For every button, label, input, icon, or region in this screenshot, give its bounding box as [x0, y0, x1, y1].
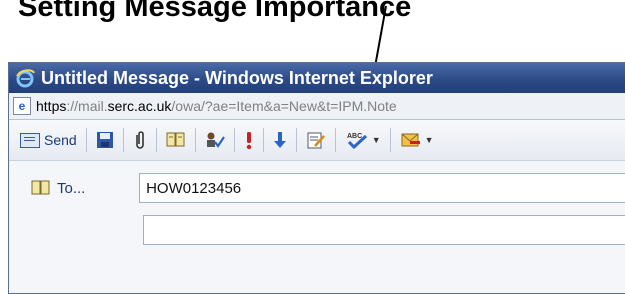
toolbar-separator	[155, 128, 157, 152]
flag-button[interactable]: ▼	[395, 126, 439, 154]
toolbar-separator	[334, 128, 336, 152]
cc-row	[9, 215, 625, 245]
address-bar[interactable]: e https://mail.serc.ac.uk/owa/?ae=Item&a…	[9, 93, 625, 120]
address-book-icon	[166, 132, 185, 147]
importance-high-button[interactable]	[239, 126, 259, 154]
chevron-down-icon[interactable]: ▼	[425, 135, 434, 145]
message-toolbar: Send ABC ▼ ▼	[9, 120, 625, 161]
spelling-button[interactable]: ABC ▼	[340, 126, 386, 154]
ie-logo-icon	[15, 68, 35, 88]
toolbar-separator	[389, 128, 391, 152]
spell-check-icon: ABC	[347, 133, 367, 150]
to-field[interactable]: HOW0123456	[139, 173, 625, 203]
address-book-button[interactable]	[161, 126, 191, 154]
window-title: Untitled Message - Windows Internet Expl…	[41, 67, 433, 88]
address-book-icon	[31, 180, 50, 195]
toolbar-separator	[194, 128, 196, 152]
url-host-prefix: ://mail.	[66, 98, 108, 114]
compose-form: To... HOW0123456	[9, 161, 625, 293]
toolbar-separator	[85, 128, 87, 152]
exclamation-icon	[246, 132, 251, 150]
url-scheme: https	[36, 98, 67, 114]
url-domain: serc.ac.uk	[107, 98, 172, 114]
cc-field[interactable]	[143, 215, 625, 245]
toolbar-separator	[122, 128, 124, 152]
to-label: To...	[57, 179, 86, 197]
browser-window: Untitled Message - Windows Internet Expl…	[8, 62, 625, 294]
down-arrow-icon	[273, 132, 286, 148]
chevron-down-icon[interactable]: ▼	[372, 135, 381, 145]
url-path: /owa/?ae=Item&a=New&t=IPM.Note	[171, 98, 397, 114]
page-icon: e	[13, 97, 31, 115]
annotation-text: Setting Message Importance	[18, 0, 412, 23]
save-icon	[96, 132, 113, 148]
to-button[interactable]: To...	[31, 180, 139, 197]
check-names-icon	[206, 132, 225, 148]
to-row: To... HOW0123456	[9, 173, 625, 203]
importance-low-button[interactable]	[268, 126, 292, 154]
save-button[interactable]	[91, 126, 119, 154]
title-bar[interactable]: Untitled Message - Windows Internet Expl…	[9, 63, 625, 93]
send-button[interactable]: Send	[15, 126, 82, 154]
send-icon	[20, 132, 40, 148]
annotation-caption: Setting Message Importance	[0, 0, 625, 52]
send-label: Send	[44, 132, 77, 148]
message-options-button[interactable]	[301, 126, 331, 154]
check-names-button[interactable]	[200, 126, 230, 154]
address-url[interactable]: https://mail.serc.ac.uk/owa/?ae=Item&a=N…	[36, 98, 397, 114]
envelope-flag-icon	[401, 133, 420, 147]
toolbar-separator	[262, 128, 264, 152]
message-options-icon	[307, 132, 325, 149]
paperclip-icon	[135, 131, 144, 149]
to-value: HOW0123456	[146, 179, 242, 197]
attach-file-button[interactable]	[128, 126, 152, 154]
toolbar-separator	[233, 128, 235, 152]
svg-text:ABC: ABC	[347, 133, 362, 140]
toolbar-separator	[295, 128, 297, 152]
